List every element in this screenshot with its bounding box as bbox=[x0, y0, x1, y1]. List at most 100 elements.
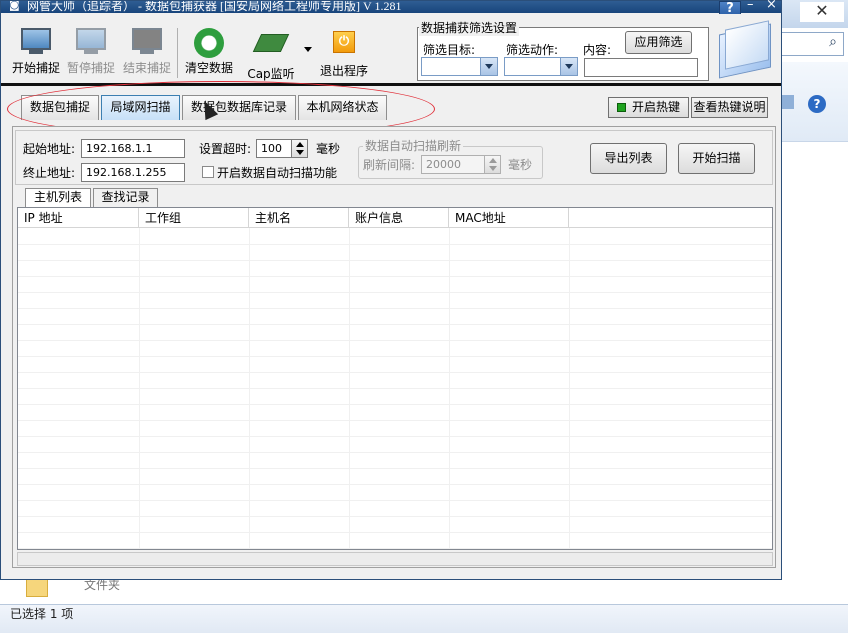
column-header-hostname[interactable]: 主机名 bbox=[249, 208, 349, 227]
start-addr-input[interactable]: 192.168.1.1 bbox=[81, 139, 185, 158]
timeout-spinner[interactable] bbox=[291, 139, 308, 158]
grid-line bbox=[249, 228, 250, 549]
start-scan-button[interactable]: 开始扫描 bbox=[678, 143, 755, 174]
stop-capture-label: 结束捕捉 bbox=[122, 61, 171, 75]
column-header-mac[interactable]: MAC地址 bbox=[449, 208, 569, 227]
app-icon: ◙ bbox=[9, 1, 20, 11]
grid-line bbox=[18, 276, 772, 277]
grid-line bbox=[139, 228, 140, 549]
exit-program-button[interactable]: ⏻ 退出程序 bbox=[317, 28, 371, 80]
refresh-interval-unit: 毫秒 bbox=[508, 158, 533, 172]
recycle-icon: ♻ bbox=[193, 28, 225, 58]
grid-line bbox=[18, 468, 772, 469]
toolbar-separator bbox=[177, 28, 178, 78]
auto-refresh-group-title: 数据自动扫描刷新 bbox=[363, 137, 464, 154]
grid-line bbox=[18, 372, 772, 373]
grid-line bbox=[18, 484, 772, 485]
chevron-down-icon[interactable] bbox=[480, 58, 497, 75]
grid-line bbox=[18, 420, 772, 421]
close-button[interactable]: × bbox=[766, 0, 777, 12]
grid-line bbox=[18, 260, 772, 261]
refresh-interval-spinner bbox=[484, 155, 501, 174]
view-hotkey-help-button[interactable]: 查看热键说明 bbox=[691, 97, 768, 118]
cap-monitor-label: Cap监听 bbox=[247, 67, 295, 81]
host-list-table[interactable]: IP 地址 工作组 主机名 账户信息 MAC地址 bbox=[17, 207, 773, 550]
app-window: ◙ 网管大师（追踪者） - 数据包捕获器 [国安局网络工程师专用版] V 1.2… bbox=[0, 0, 782, 580]
timeout-input[interactable]: 100 bbox=[256, 139, 292, 158]
tab-lan-scan[interactable]: 局域网扫描 bbox=[101, 95, 180, 120]
cap-book-icon bbox=[252, 34, 290, 62]
filter-target-label: 筛选目标: bbox=[423, 43, 476, 57]
toolbar-divider bbox=[1, 83, 781, 86]
table-header: IP 地址 工作组 主机名 账户信息 MAC地址 bbox=[18, 208, 772, 228]
grid-line bbox=[569, 228, 570, 549]
background-statusbar bbox=[0, 604, 848, 633]
stop-capture-button[interactable]: 结束捕捉 bbox=[121, 28, 173, 80]
search-icon[interactable]: ⌕ bbox=[829, 34, 837, 50]
grid-line bbox=[18, 548, 772, 549]
enable-hotkey-label: 开启热键 bbox=[631, 100, 680, 114]
grid-line bbox=[18, 308, 772, 309]
grid-line bbox=[449, 228, 450, 549]
minimize-button[interactable]: – bbox=[747, 0, 754, 12]
export-list-button[interactable]: 导出列表 bbox=[590, 143, 667, 174]
column-header-workgroup[interactable]: 工作组 bbox=[139, 208, 249, 227]
network-monitor-icon bbox=[75, 28, 107, 56]
clear-data-button[interactable]: ♻ 清空数据 bbox=[183, 28, 235, 80]
monitor-icon bbox=[20, 28, 52, 56]
exit-program-label: 退出程序 bbox=[319, 64, 368, 78]
open-book-icon bbox=[715, 20, 775, 79]
enable-hotkey-button[interactable]: 开启热键 bbox=[608, 97, 689, 118]
filter-target-select[interactable] bbox=[421, 57, 498, 76]
filter-action-select[interactable] bbox=[504, 57, 578, 76]
help-icon[interactable]: ? bbox=[808, 95, 826, 113]
view-icon[interactable] bbox=[780, 95, 794, 109]
timeout-unit: 毫秒 bbox=[316, 142, 341, 156]
tab-local-network-status[interactable]: 本机网络状态 bbox=[298, 95, 387, 120]
filter-group-title: 数据捕获筛选设置 bbox=[419, 19, 520, 36]
background-close-button[interactable]: ✕ bbox=[800, 2, 844, 22]
folder-icon bbox=[26, 579, 48, 597]
subtab-search-records[interactable]: 查找记录 bbox=[93, 188, 158, 207]
grid-line bbox=[18, 244, 772, 245]
grid-line bbox=[18, 356, 772, 357]
status-text: 已选择 1 项 bbox=[10, 607, 74, 621]
window-title: 网管大师（追踪者） - 数据包捕获器 [国安局网络工程师专用版] V 1.281 bbox=[27, 1, 402, 13]
pause-capture-button[interactable]: 暂停捕捉 bbox=[65, 28, 117, 80]
tab-packet-capture[interactable]: 数据包捕捉 bbox=[21, 95, 99, 120]
refresh-interval-label: 刷新间隔: bbox=[363, 158, 416, 172]
power-icon: ⏻ bbox=[328, 31, 360, 59]
grid-line bbox=[18, 452, 772, 453]
refresh-interval-input: 20000 bbox=[421, 155, 485, 174]
grid-line bbox=[18, 500, 772, 501]
filter-content-input[interactable] bbox=[584, 58, 698, 77]
timeout-label: 设置超时: bbox=[199, 142, 252, 156]
filter-content-label: 内容: bbox=[583, 43, 612, 57]
column-header-account[interactable]: 账户信息 bbox=[349, 208, 449, 227]
grid-line bbox=[18, 340, 772, 341]
end-addr-label: 终止地址: bbox=[23, 166, 76, 180]
subtab-host-list[interactable]: 主机列表 bbox=[25, 188, 91, 207]
grid-line bbox=[18, 532, 772, 533]
chevron-down-icon[interactable] bbox=[560, 58, 577, 75]
end-addr-input[interactable]: 192.168.1.255 bbox=[81, 163, 185, 182]
grid-line bbox=[18, 292, 772, 293]
title-bar: ◙ 网管大师（追踪者） - 数据包捕获器 [国安局网络工程师专用版] V 1.2… bbox=[1, 1, 781, 13]
inner-statusbar bbox=[17, 552, 773, 566]
grid-line bbox=[18, 436, 772, 437]
grid-line bbox=[18, 324, 772, 325]
clear-data-label: 清空数据 bbox=[184, 61, 233, 75]
cap-monitor-button[interactable]: Cap监听 bbox=[247, 28, 295, 81]
start-addr-label: 起始地址: bbox=[23, 142, 76, 156]
start-capture-label: 开始捕捉 bbox=[11, 61, 60, 75]
cap-dropdown-arrow-icon[interactable] bbox=[304, 47, 312, 52]
auto-scan-checkbox[interactable] bbox=[202, 166, 214, 178]
apply-filter-button[interactable]: 应用筛选 bbox=[625, 31, 692, 54]
column-header-ip[interactable]: IP 地址 bbox=[18, 208, 139, 227]
pause-capture-label: 暂停捕捉 bbox=[66, 61, 115, 75]
grid-line bbox=[349, 228, 350, 549]
start-capture-button[interactable]: 开始捕捉 bbox=[11, 28, 61, 80]
grid-line bbox=[18, 404, 772, 405]
background-search-input[interactable]: ⌕ bbox=[780, 32, 844, 56]
green-indicator-icon bbox=[616, 103, 626, 112]
